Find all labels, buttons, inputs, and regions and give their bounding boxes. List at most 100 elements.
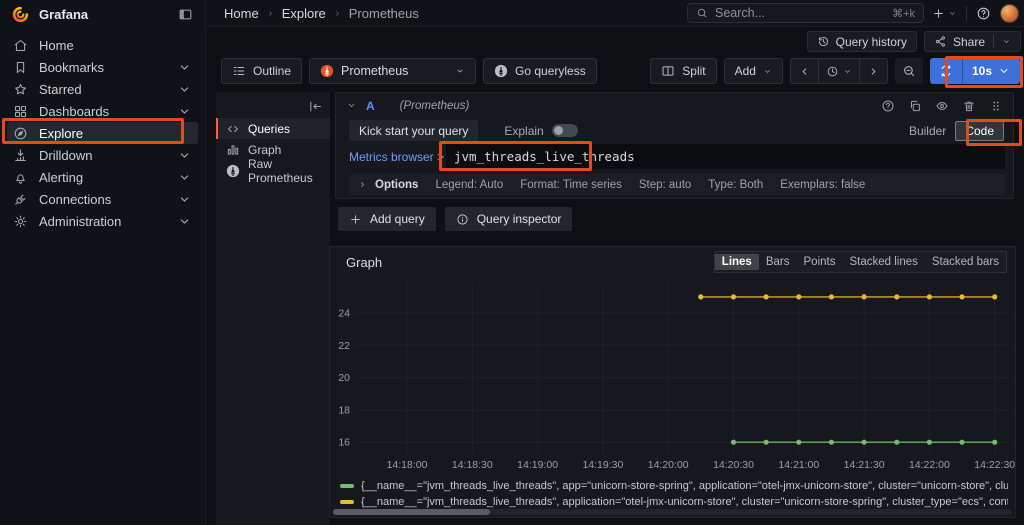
chevron-down-icon[interactable] (177, 82, 192, 97)
options-expander[interactable]: Options (358, 179, 418, 191)
zoom-out-button[interactable] (894, 58, 923, 84)
graph-legend: {__name__="jvm_threads_live_threads", ap… (340, 478, 1008, 510)
mode-points[interactable]: Points (797, 254, 843, 270)
dock-menu-icon[interactable] (178, 7, 193, 22)
chevron-down-icon[interactable] (1002, 37, 1011, 46)
svg-text:20: 20 (338, 372, 350, 384)
graph-panel: Graph Lines Bars Points Stacked lines St… (329, 246, 1016, 518)
chevron-down-icon[interactable] (177, 192, 192, 207)
sync-icon (939, 64, 953, 78)
metrics-browser-link[interactable]: Metrics browser > (349, 150, 446, 164)
share-button[interactable]: Share (923, 31, 1021, 52)
home-icon (13, 38, 28, 53)
sidebar-item-label: Starred (39, 81, 82, 97)
sidebar-item-label: Dashboards (39, 103, 110, 119)
add-query-button[interactable]: Add query (338, 207, 436, 231)
mode-lines[interactable]: Lines (714, 254, 759, 270)
sidebar-item-label: Administration (39, 213, 122, 229)
collapse-panel-icon[interactable] (308, 99, 323, 114)
sidebar-item-bookmarks[interactable]: Bookmarks (7, 56, 198, 78)
kick-start-button[interactable]: Kick start your query (349, 120, 479, 141)
sidebar-item-administration[interactable]: Administration (7, 210, 198, 232)
prometheus-gray-icon (226, 164, 240, 178)
svg-text:22: 22 (338, 340, 350, 352)
divider (993, 35, 994, 48)
chevron-down-icon (455, 66, 465, 76)
legend-item[interactable]: {__name__="jvm_threads_live_threads", ap… (340, 478, 1008, 494)
query-row-actions (881, 99, 1003, 113)
go-queryless-button[interactable]: Go queryless (483, 58, 597, 84)
sidebar-item-drilldown[interactable]: Drilldown (7, 144, 198, 166)
legend-item[interactable]: {__name__="jvm_threads_live_threads", ap… (340, 494, 1008, 510)
star-icon (13, 82, 28, 97)
hide-query-icon[interactable] (935, 99, 949, 113)
split-button[interactable]: Split (650, 58, 717, 84)
sidebar-item-alerting[interactable]: Alerting (7, 166, 198, 188)
help-circle-icon[interactable] (881, 99, 895, 113)
graph-canvas[interactable]: 24 22 20 18 16 14:18:00 14:18:30 14:19:00 14:19:… (331, 278, 1015, 476)
sidebar-item-connections[interactable]: Connections (7, 188, 198, 210)
gear-icon (13, 214, 28, 229)
svg-text:18: 18 (338, 404, 350, 416)
explore-toolbar: Outline Prometheus Go queryless Split Ad… (221, 58, 1020, 84)
outline-button[interactable]: Outline (221, 58, 303, 84)
chevron-down-icon[interactable] (177, 148, 192, 163)
panel-title: Graph (346, 254, 383, 270)
chevron-down-icon[interactable] (177, 170, 192, 185)
chevron-down-icon (763, 67, 772, 76)
nav-sidebar: Grafana Home Bookmarks Starred Dashboard… (0, 0, 206, 525)
time-shift-back-button[interactable] (791, 59, 818, 83)
time-picker-button[interactable] (817, 59, 859, 83)
sidebar-item-dashboards[interactable]: Dashboards (7, 100, 198, 122)
time-shift-forward-button[interactable] (858, 59, 887, 83)
page-actions: Query history Share (806, 31, 1021, 52)
breadcrumb-explore[interactable]: Explore (282, 6, 326, 21)
query-editor-panel: A (Prometheus) Kick start your query Exp… (335, 92, 1014, 199)
sidebar-nav: Home Bookmarks Starred Dashboards Explor… (0, 28, 205, 232)
collapse-query-icon[interactable] (346, 100, 357, 111)
chevron-down-icon[interactable] (177, 104, 192, 119)
top-bar: Home Explore Prometheus Search... ⌘+k (207, 0, 1024, 27)
remove-query-icon[interactable] (962, 99, 976, 113)
sidebar-item-label: Alerting (39, 169, 84, 185)
divider (966, 6, 967, 21)
svg-text:24: 24 (338, 308, 350, 320)
breadcrumb-home[interactable]: Home (224, 6, 259, 21)
option-format: Format: Time series (520, 178, 622, 191)
add-dropdown-button[interactable]: Add (723, 58, 783, 84)
chevron-down-icon[interactable] (177, 214, 192, 229)
sidebar-item-starred[interactable]: Starred (7, 78, 198, 100)
query-inspector-button[interactable]: Query inspector (444, 207, 573, 231)
bookmark-icon (13, 60, 28, 75)
mode-stacked-bars[interactable]: Stacked bars (925, 254, 1006, 270)
new-menu-button[interactable] (932, 7, 957, 20)
mode-stacked-lines[interactable]: Stacked lines (842, 254, 924, 270)
query-history-button[interactable]: Query history (806, 31, 917, 52)
sidebar-item-home[interactable]: Home (7, 34, 198, 56)
search-input[interactable]: Search... ⌘+k (687, 3, 924, 23)
chevron-down-icon[interactable] (177, 60, 192, 75)
add-query-label: Add query (370, 212, 425, 226)
svg-text:14:19:30: 14:19:30 (582, 459, 623, 471)
duplicate-query-icon[interactable] (908, 99, 922, 113)
sidebar-item-label: Drilldown (39, 147, 93, 163)
drag-handle-icon[interactable] (989, 99, 1003, 113)
plus-icon (932, 7, 945, 20)
promql-query-input[interactable]: jvm_threads_live_threads (446, 144, 1005, 169)
avatar[interactable] (1000, 4, 1019, 23)
builder-mode-option[interactable]: Builder (900, 122, 955, 140)
refresh-interval-dropdown[interactable]: 10s (963, 58, 1020, 84)
run-query-button[interactable] (930, 58, 962, 84)
explain-toggle[interactable] (551, 124, 578, 137)
bell-icon (13, 170, 28, 185)
mode-bars[interactable]: Bars (759, 254, 797, 270)
code-mode-option[interactable]: Code (955, 120, 1004, 141)
datasource-picker[interactable]: Prometheus (309, 58, 477, 84)
tab-queries[interactable]: Queries (216, 118, 330, 139)
tab-raw-prometheus[interactable]: Raw Prometheus (216, 157, 330, 185)
sidebar-item-explore[interactable]: Explore (7, 122, 198, 144)
legend-scrollbar-thumb[interactable] (333, 509, 490, 515)
help-icon[interactable] (976, 6, 991, 21)
share-icon (934, 35, 947, 48)
option-type: Type: Both (708, 178, 764, 191)
